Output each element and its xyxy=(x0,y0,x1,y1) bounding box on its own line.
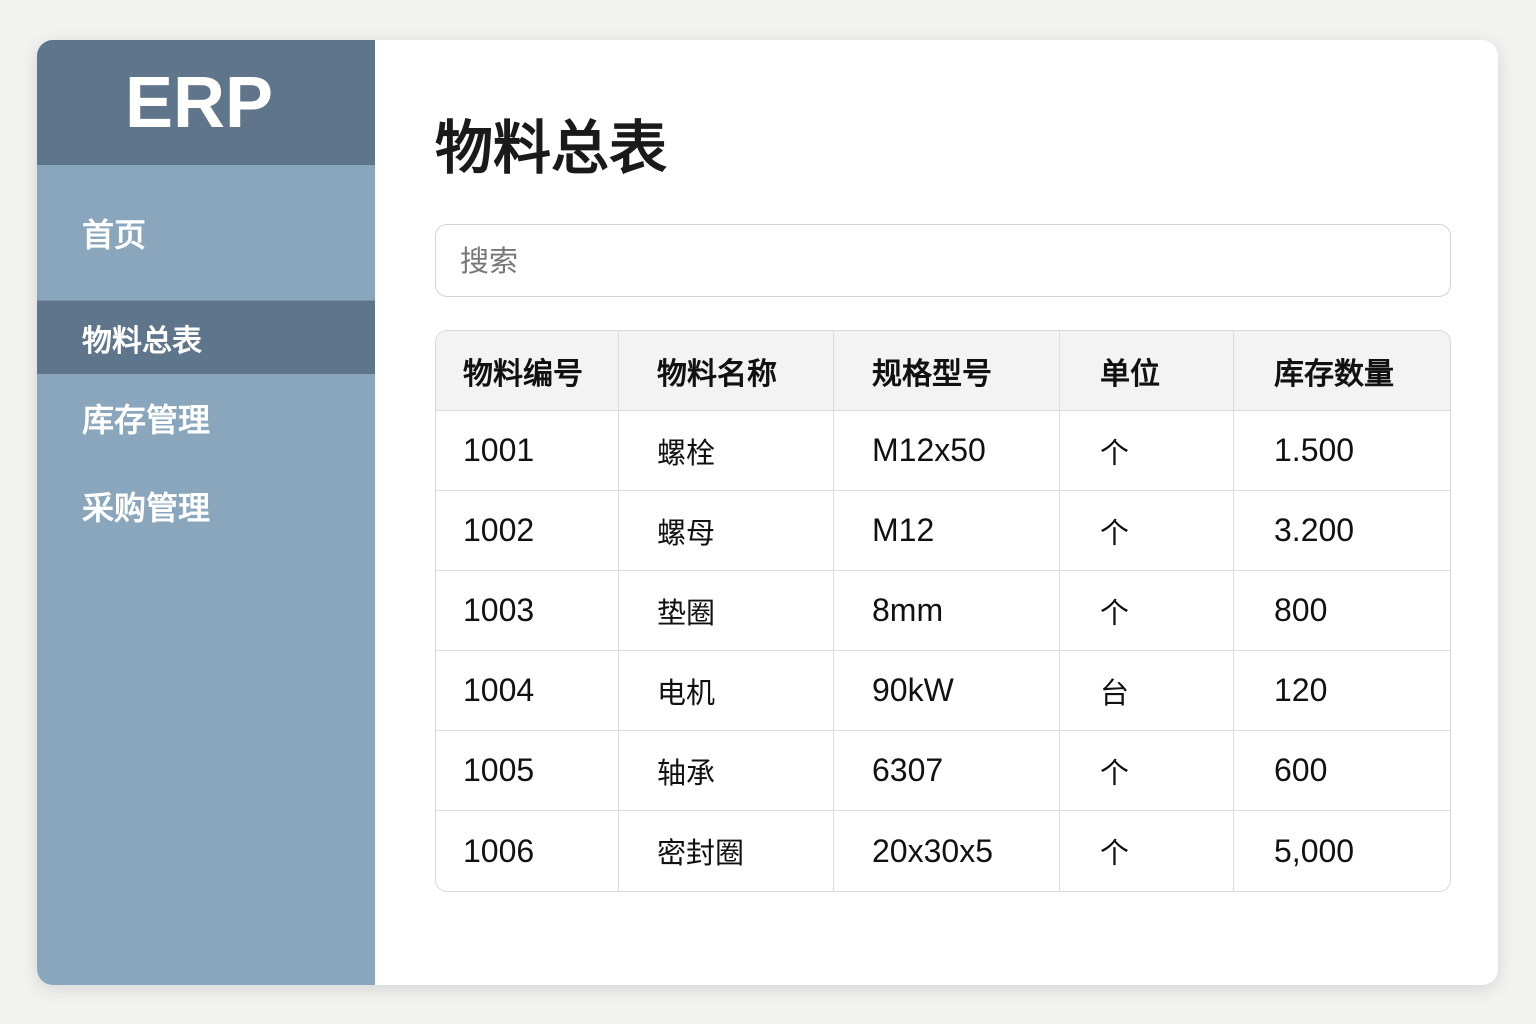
material-code: 1002 xyxy=(436,491,619,571)
column-header-quantity[interactable]: 库存数量 xyxy=(1234,331,1450,411)
table-row[interactable]: 1003 垫圈 8mm 个 800 xyxy=(436,571,1450,651)
table-row[interactable]: 1006 密封圈 20x30x5 个 5,000 xyxy=(436,811,1450,891)
material-code: 1004 xyxy=(436,651,619,731)
material-spec: M12x50 xyxy=(834,411,1060,491)
material-spec: 90kW xyxy=(834,651,1060,731)
material-spec: M12 xyxy=(834,491,1060,571)
material-unit: 个 xyxy=(1060,571,1234,651)
sidebar-item-home[interactable]: 首页 xyxy=(37,165,375,300)
material-quantity: 800 xyxy=(1234,571,1450,651)
main-content: 物料总表 物料编号 物料名称 规格型号 单位 库存数量 1001螺栓M12x50… xyxy=(375,40,1498,985)
material-spec: 20x30x5 xyxy=(834,811,1060,891)
material-quantity: 5,000 xyxy=(1274,832,1355,869)
column-header-code[interactable]: 物料编号 xyxy=(436,331,619,411)
page-title: 物料总表 xyxy=(435,114,668,182)
materials-table: 物料编号 物料名称 规格型号 单位 库存数量 1001 螺栓 M12x50 个 1.50… xyxy=(435,330,1451,892)
table-row[interactable]: 1004 电机 90kW 台 120 xyxy=(436,651,1450,731)
material-unit: 个 xyxy=(1060,411,1234,491)
sidebar-item-purchasing[interactable]: 采购管理 xyxy=(37,462,375,550)
material-quantity: 120 xyxy=(1234,651,1450,731)
search-input[interactable] xyxy=(435,224,1451,297)
column-header-spec[interactable]: 规格型号 xyxy=(834,331,1060,411)
material-quantity: 600 xyxy=(1234,731,1450,811)
app-window: ERP 首页 物料总表 库存管理 采购管理 物料总表 物料编号 物料名称 规格型… xyxy=(37,40,1498,985)
app-logo: ERP xyxy=(37,40,375,165)
table-row[interactable]: 1005 轴承 6307 个 600 xyxy=(436,731,1450,811)
material-name: 螺母 xyxy=(619,491,834,571)
table-header-row: 物料编号 物料名称 规格型号 单位 库存数量 xyxy=(436,331,1450,411)
column-header-unit[interactable]: 单位 xyxy=(1060,331,1234,411)
material-code: 1005 xyxy=(436,731,619,811)
material-name: 密封圈 xyxy=(619,811,834,891)
material-unit: 个 xyxy=(1060,491,1234,571)
sidebar: ERP 首页 物料总表 库存管理 采购管理 xyxy=(37,40,375,985)
material-code: 1003 xyxy=(436,571,619,651)
material-name: 轴承 xyxy=(619,731,834,811)
material-name: 电机 xyxy=(619,651,834,731)
sidebar-item-inventory[interactable]: 库存管理 xyxy=(37,374,375,462)
material-code: 1006 xyxy=(436,811,619,891)
material-code: 1001 xyxy=(436,411,619,491)
table-row[interactable]: 1002 螺母 M12 个 3.200 xyxy=(436,491,1450,571)
sidebar-item-material-list[interactable]: 物料总表 xyxy=(37,300,375,374)
material-spec: 8mm xyxy=(834,571,1060,651)
material-spec: 6307 xyxy=(834,731,1060,811)
material-name: 螺栓 xyxy=(619,411,834,491)
column-header-name[interactable]: 物料名称 xyxy=(619,331,834,411)
material-name: 垫圈 xyxy=(619,571,834,651)
material-quantity: 3.200 xyxy=(1234,491,1450,571)
material-unit: 个 xyxy=(1060,731,1234,811)
material-quantity: 1.500 xyxy=(1234,411,1450,491)
table-row[interactable]: 1001 螺栓 M12x50 个 1.500 xyxy=(436,411,1450,491)
material-unit: 个 xyxy=(1060,811,1234,891)
material-unit: 台 xyxy=(1060,651,1234,731)
